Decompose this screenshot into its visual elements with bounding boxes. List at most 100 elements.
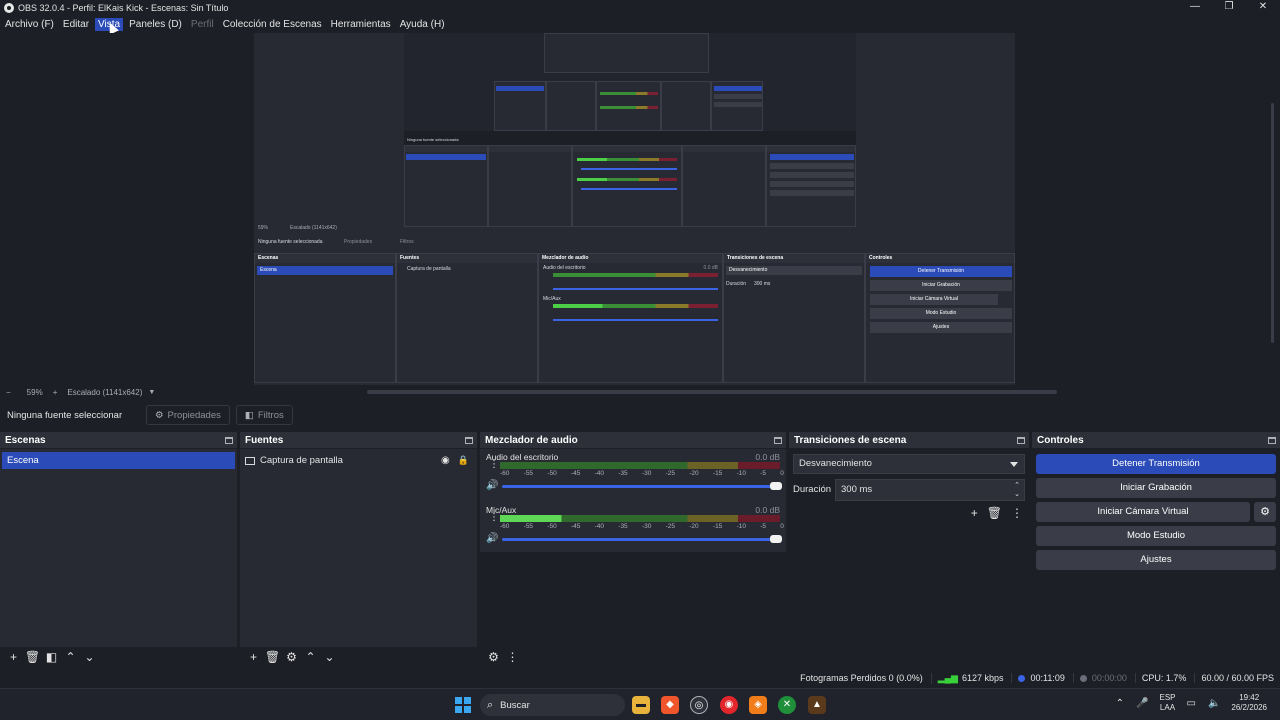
- channel-menu-icon[interactable]: ⋮: [489, 513, 499, 523]
- cpu-usage: CPU: 1.7%: [1134, 673, 1186, 683]
- volume-icon[interactable]: 🔈: [1208, 698, 1220, 709]
- advanced-audio-gear-icon[interactable]: ⚙: [484, 650, 503, 664]
- menu-perfil[interactable]: Perfil: [188, 18, 217, 31]
- clock-time: 19:42: [1239, 693, 1260, 702]
- add-scene-icon[interactable]: +: [4, 650, 23, 664]
- menu-bar: Archivo (F) Editar Vista Paneles (D) Per…: [0, 16, 1280, 33]
- nested-sources-dock: Fuentes Captura de pantalla: [396, 253, 538, 383]
- source-settings-gear-icon[interactable]: ⚙: [282, 650, 301, 664]
- xbox-icon[interactable]: ✕: [778, 696, 796, 714]
- duration-input[interactable]: 300 ms ⌃ ⌄: [835, 479, 1025, 501]
- move-up-icon[interactable]: ⌃: [61, 650, 80, 664]
- remove-scene-icon[interactable]: 🗑: [23, 650, 42, 664]
- channel-menu-icon[interactable]: ⋮: [489, 460, 499, 470]
- settings-button[interactable]: Ajustes: [1036, 550, 1276, 570]
- channel-db: 0.0 dB: [755, 505, 780, 515]
- scenes-title: Escenas: [5, 434, 46, 446]
- menu-ayuda[interactable]: Ayuda (H): [397, 18, 448, 31]
- add-source-icon[interactable]: +: [244, 650, 263, 664]
- zoom-in-button[interactable]: +: [53, 388, 58, 397]
- start-recording-button[interactable]: Iniciar Grabación: [1036, 478, 1276, 498]
- scale-dropdown-icon[interactable]: ▼: [148, 389, 155, 396]
- virtual-camera-settings-gear-icon[interactable]: ⚙: [1254, 502, 1276, 522]
- speaker-icon[interactable]: 🔊: [486, 480, 498, 491]
- properties-label: Propiedades: [167, 409, 221, 421]
- scale-mode[interactable]: Escalado (1141x642): [67, 388, 142, 397]
- spinner-arrows-icon[interactable]: ⌃ ⌄: [1014, 481, 1020, 499]
- lock-icon[interactable]: 🔒: [458, 455, 469, 466]
- menu-archivo[interactable]: Archivo (F): [2, 18, 57, 31]
- nested-fade: Desvanecimiento: [726, 266, 862, 275]
- transition-menu-icon[interactable]: ⋮: [1011, 506, 1023, 520]
- maximize-button[interactable]: ❐: [1212, 0, 1246, 16]
- taskbar-search[interactable]: ⌕ Buscar: [480, 694, 625, 716]
- brave-browser-icon[interactable]: ◆: [661, 696, 679, 714]
- volume-slider[interactable]: [502, 538, 778, 541]
- minimize-button[interactable]: —: [1178, 0, 1212, 16]
- fps-readout: 60.00 / 60.00 FPS: [1194, 673, 1274, 683]
- record-time: 00:00:00: [1091, 673, 1127, 683]
- nested-source-item: Captura de pantalla: [407, 266, 451, 272]
- recording-app-icon[interactable]: ◉: [720, 696, 738, 714]
- microphone-icon[interactable]: 🎤: [1136, 698, 1148, 709]
- speaker-icon[interactable]: 🔊: [486, 533, 498, 544]
- undock-icon[interactable]: [1017, 436, 1025, 444]
- show-hidden-icons-icon[interactable]: ⌃: [1116, 698, 1124, 709]
- windows-start-icon[interactable]: [455, 697, 471, 713]
- undock-icon[interactable]: [1268, 436, 1276, 444]
- transitions-dock-header: Transiciones de escena: [789, 432, 1029, 448]
- studio-mode-button[interactable]: Modo Estudio: [1036, 526, 1276, 546]
- volume-slider-knob[interactable]: [770, 482, 782, 490]
- sources-toolbar: + 🗑 ⚙ ⌃ ⌄: [240, 647, 477, 667]
- transition-select[interactable]: Desvanecimiento: [793, 454, 1025, 474]
- volume-slider-knob[interactable]: [770, 535, 782, 543]
- clock[interactable]: 19:42 26/2/2026: [1231, 693, 1267, 713]
- filters-button[interactable]: ◧ Filtros: [235, 405, 293, 425]
- clock-date: 26/2/2026: [1231, 703, 1267, 712]
- volume-slider[interactable]: [502, 485, 778, 488]
- stop-streaming-button[interactable]: Detener Transmisión: [1036, 454, 1276, 474]
- source-item[interactable]: Captura de pantalla ◉ 🔒: [245, 452, 469, 469]
- preview-horizontal-scrollbar[interactable]: [367, 390, 1057, 394]
- app-orange-icon[interactable]: ◈: [749, 696, 767, 714]
- network-icon[interactable]: ▭: [1187, 698, 1196, 709]
- scene-filters-icon[interactable]: ◧: [42, 650, 61, 664]
- nested-deep-mixer: [596, 81, 661, 131]
- close-button[interactable]: ✕: [1246, 0, 1280, 16]
- sources-list[interactable]: Captura de pantalla ◉ 🔒: [240, 449, 477, 647]
- undock-icon[interactable]: [465, 436, 473, 444]
- nested-deep-controls: [711, 81, 763, 131]
- mixer-menu-icon[interactable]: ⋮: [503, 650, 522, 664]
- visibility-eye-icon[interactable]: ◉: [441, 455, 450, 466]
- start-virtual-camera-button[interactable]: Iniciar Cámara Virtual: [1036, 502, 1250, 522]
- preview-canvas[interactable]: Ninguna fuente seleccionada 59% Escalado…: [254, 33, 1015, 385]
- filters-label: Filtros: [257, 409, 284, 421]
- menu-herramientas[interactable]: Herramientas: [328, 18, 394, 31]
- game-app-icon[interactable]: ▲: [808, 696, 826, 714]
- volume-meter: [500, 462, 780, 469]
- file-explorer-icon[interactable]: ▬: [632, 696, 650, 714]
- preview-vertical-scrollbar[interactable]: [1271, 103, 1274, 343]
- obs-app-icon[interactable]: ◎: [690, 696, 708, 714]
- menu-coleccion-escenas[interactable]: Colección de Escenas: [220, 18, 325, 31]
- undock-icon[interactable]: [774, 436, 782, 444]
- zoom-out-button[interactable]: −: [6, 388, 11, 397]
- gear-icon: ⚙: [155, 409, 164, 421]
- move-down-icon[interactable]: ⌄: [80, 650, 99, 664]
- remove-transition-icon[interactable]: 🗑: [987, 506, 1002, 520]
- add-transition-icon[interactable]: +: [971, 506, 978, 520]
- preview-area[interactable]: Ninguna fuente seleccionada 59% Escalado…: [0, 33, 1280, 385]
- scenes-list[interactable]: Escena: [0, 449, 237, 647]
- move-down-icon[interactable]: ⌄: [320, 650, 339, 664]
- scene-item[interactable]: Escena: [2, 452, 235, 469]
- nested-ch1: Audio del escritorio: [543, 265, 586, 271]
- menu-paneles[interactable]: Paneles (D): [126, 18, 185, 31]
- language-indicator[interactable]: ESP LAA: [1159, 693, 1175, 713]
- remove-source-icon[interactable]: 🗑: [263, 650, 282, 664]
- undock-icon[interactable]: [225, 436, 233, 444]
- menu-editar[interactable]: Editar: [60, 18, 92, 31]
- source-name: Captura de pantalla: [260, 455, 343, 466]
- monitor-icon: [245, 456, 255, 465]
- move-up-icon[interactable]: ⌃: [301, 650, 320, 664]
- properties-button[interactable]: ⚙ Propiedades: [146, 405, 230, 425]
